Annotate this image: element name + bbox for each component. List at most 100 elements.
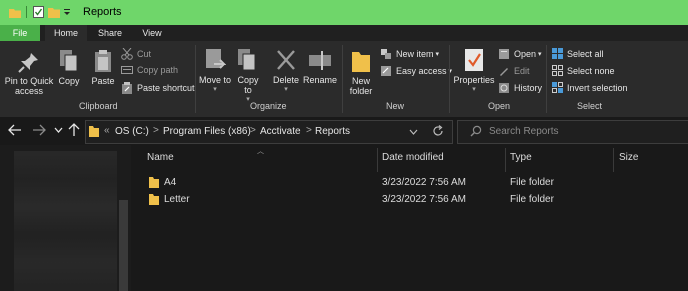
folder-icon [9, 5, 21, 19]
file-type: File folder [510, 177, 554, 188]
new-folder-qat-icon[interactable] [48, 5, 60, 19]
folder-icon [149, 193, 159, 208]
invert-selection-label: Invert selection [567, 82, 628, 93]
file-row-letter[interactable]: Letter 3/23/2022 7:56 AM File folder [131, 191, 688, 208]
copy-to-label: Copy to [237, 75, 259, 95]
tab-share[interactable]: Share [87, 25, 133, 41]
address-overflow[interactable]: « [104, 125, 110, 136]
copy-path-icon [121, 66, 133, 74]
search-icon [470, 125, 482, 139]
cut-button[interactable]: Cut [121, 48, 151, 60]
properties-label: Properties [453, 75, 495, 85]
file-list: ︿ Name Date modified Type Size A4 3/23/2… [131, 145, 688, 291]
invert-selection-icon [552, 82, 563, 93]
tab-view[interactable]: View [133, 25, 171, 41]
back-arrow-icon[interactable] [8, 124, 22, 138]
pin-to-quick-access-button[interactable]: Pin to Quick access [3, 51, 55, 96]
breadcrumb-reports[interactable]: Reports [315, 126, 350, 137]
invert-selection-button[interactable]: Invert selection [552, 82, 628, 93]
navigation-bar: « OS (C:) > Program Files (x86) > Acctiv… [0, 117, 688, 145]
pin-label: Pin to Quick access [4, 76, 54, 96]
easy-access-label: Easy access [396, 66, 447, 76]
address-bar[interactable]: « OS (C:) > Program Files (x86) > Acctiv… [85, 120, 453, 144]
pin-icon [18, 53, 38, 73]
tab-file[interactable]: File [0, 25, 40, 41]
customize-qat-icon[interactable] [63, 5, 71, 19]
select-none-icon [552, 65, 563, 76]
delete-button[interactable]: Delete ▾ [271, 48, 301, 95]
address-dropdown-chevron-icon[interactable] [409, 128, 418, 138]
breadcrumb-separator: > [306, 125, 312, 136]
open-group-label: Open [488, 101, 511, 111]
forward-arrow-icon[interactable] [32, 124, 46, 138]
chevron-down-icon: ▾ [435, 51, 440, 58]
copy-path-button[interactable]: Copy path [121, 65, 178, 75]
breadcrumb-separator: > [250, 125, 256, 136]
column-header-date-modified[interactable]: Date modified [382, 152, 444, 163]
scissors-icon [121, 48, 133, 60]
up-arrow-icon[interactable] [68, 123, 80, 139]
copy-to-icon [238, 49, 256, 71]
navigation-pane[interactable] [0, 145, 131, 291]
cut-label: Cut [137, 49, 152, 59]
column-header-size[interactable]: Size [619, 152, 638, 163]
file-date: 3/23/2022 7:56 AM [382, 194, 466, 205]
column-divider[interactable] [505, 148, 506, 172]
paste-button[interactable]: Paste [88, 49, 118, 86]
chevron-down-icon: ▾ [472, 86, 476, 93]
open-label: Open [514, 49, 537, 59]
new-folder-button[interactable]: New folder [345, 49, 377, 96]
tab-home[interactable]: Home [45, 25, 87, 41]
breadcrumb-acctivate[interactable]: Acctivate [260, 126, 301, 137]
rename-label: Rename [302, 75, 338, 85]
search-box[interactable]: Search Reports [457, 120, 688, 144]
file-row-a4[interactable]: A4 3/23/2022 7:56 AM File folder [131, 174, 688, 191]
breadcrumb-os[interactable]: OS (C:) [115, 126, 149, 137]
select-none-button[interactable]: Select none [552, 65, 615, 76]
new-item-label: New item [396, 49, 434, 59]
ribbon-separator [546, 45, 547, 113]
properties-qat-icon[interactable] [32, 5, 44, 19]
column-header-type[interactable]: Type [510, 152, 532, 163]
paste-shortcut-label: Paste shortcut [137, 83, 195, 93]
refresh-icon[interactable] [432, 125, 444, 139]
select-all-button[interactable]: Select all [552, 48, 604, 59]
column-header-name[interactable]: Name [147, 152, 174, 163]
history-label: History [514, 83, 543, 93]
paste-label: Paste [91, 76, 115, 86]
navigation-scrollbar[interactable] [119, 200, 128, 291]
history-button[interactable]: History [498, 82, 542, 94]
recent-locations-chevron-icon[interactable] [54, 126, 63, 136]
properties-button[interactable]: Properties ▾ [452, 48, 496, 95]
search-input[interactable]: Search Reports [489, 126, 558, 137]
new-item-button[interactable]: New item ▾ [380, 48, 439, 60]
rename-button[interactable]: Rename [302, 48, 338, 85]
select-all-icon [552, 48, 563, 59]
file-date: 3/23/2022 7:56 AM [382, 177, 466, 188]
column-divider[interactable] [613, 148, 614, 172]
clipboard-icon [95, 50, 111, 72]
easy-access-button[interactable]: Easy access ▾ [380, 65, 452, 77]
select-all-label: Select all [567, 48, 604, 59]
delete-label: Delete [272, 75, 299, 85]
folder-icon [149, 176, 159, 191]
select-none-label: Select none [567, 65, 615, 76]
breadcrumb-program-files[interactable]: Program Files (x86) [163, 126, 251, 137]
copy-icon [60, 50, 78, 72]
move-to-button[interactable]: Move to ▾ [199, 48, 231, 95]
copy-to-button[interactable]: Copy to ▾ [233, 48, 263, 105]
column-divider[interactable] [377, 148, 378, 172]
copy-button[interactable]: Copy [56, 49, 82, 86]
ribbon: Pin to Quick access Copy Paste Cut Copy … [0, 41, 688, 117]
file-name: Letter [164, 194, 190, 205]
open-button[interactable]: Open ▾ [498, 48, 542, 60]
file-type: File folder [510, 194, 554, 205]
delete-x-icon [277, 50, 295, 70]
paste-shortcut-button[interactable]: Paste shortcut [121, 82, 195, 94]
chevron-down-icon: ▾ [213, 86, 217, 93]
new-item-icon [381, 49, 391, 59]
edit-button[interactable]: Edit [498, 65, 530, 77]
move-to-icon [206, 49, 226, 69]
history-icon [499, 83, 509, 93]
ribbon-tabs: File Home Share View [0, 25, 688, 41]
